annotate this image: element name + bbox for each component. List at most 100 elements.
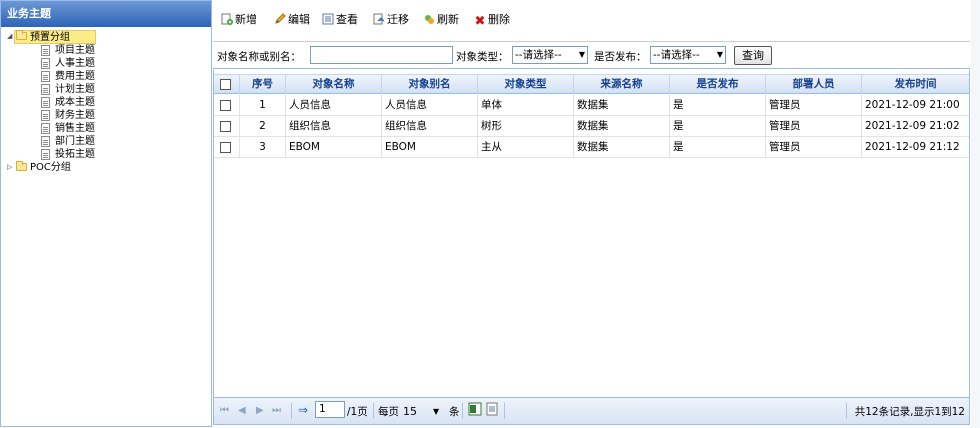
divider: [291, 403, 292, 419]
last-page-icon[interactable]: ⏭: [272, 405, 281, 416]
main-panel: 新增 编辑 查看 迁移 刷新 ✖ 删除 对象名称或别名： 对象类型： --请选择-…: [213, 0, 970, 428]
tree-item[interactable]: 部门主题: [1, 135, 211, 148]
pencil-icon: [275, 13, 286, 24]
cell-time: 2021-12-09 21:02: [865, 120, 960, 132]
export-excel-icon[interactable]: [468, 402, 482, 419]
column-header[interactable]: 来源名称: [574, 75, 670, 94]
tree-group-label: 预置分组: [30, 32, 70, 43]
cell-time: 2021-12-09 21:00: [865, 99, 960, 111]
grid-header: 序号 对象名称 对象别名 对象类型 来源名称 是否发布 部署人员 发布时间: [214, 74, 969, 94]
column-header[interactable]: 对象类型: [478, 75, 574, 94]
select-all-checkbox[interactable]: [220, 79, 231, 90]
view-button[interactable]: 查看: [322, 12, 358, 28]
row-checkbox[interactable]: [220, 100, 231, 111]
next-page-icon[interactable]: ▶: [256, 405, 264, 416]
add-icon: [221, 13, 233, 25]
edit-label: 编辑: [288, 13, 310, 26]
refresh-button[interactable]: 刷新: [423, 12, 459, 28]
row-checkbox[interactable]: [220, 142, 231, 153]
cell-name: EBOM: [286, 137, 382, 157]
tree-item[interactable]: 投拓主题: [1, 148, 211, 161]
page-size-select[interactable]: 15 ▼: [403, 403, 444, 420]
table-row[interactable]: 3 EBOM EBOM 主从 数据集是管理员 2021-12-09 21:12: [214, 137, 969, 158]
tree-group-preset[interactable]: ◢ 预置分组: [1, 30, 211, 44]
name-filter-label: 对象名称或别名：: [217, 51, 301, 63]
row-checkbox[interactable]: [220, 121, 231, 132]
column-header[interactable]: 发布时间: [862, 75, 969, 94]
delete-button[interactable]: ✖ 删除: [474, 12, 510, 28]
sidebar-panel: 业务主题 ◢ 预置分组 项目主题 人事主题 费用主题 计划主题 成本主题 财务主…: [0, 0, 212, 427]
cell-type: 单体: [478, 95, 574, 115]
query-button[interactable]: 查询: [734, 46, 772, 65]
column-header[interactable]: 部署人员: [766, 75, 862, 94]
row-checkbox-cell[interactable]: [214, 137, 240, 157]
tree-item-label: 计划主题: [55, 84, 95, 95]
tree-item[interactable]: 项目主题: [1, 44, 211, 57]
expand-arrow-icon[interactable]: ◢: [7, 30, 12, 43]
row-checkbox-cell[interactable]: [214, 95, 240, 115]
edit-button[interactable]: 编辑: [274, 12, 310, 28]
row-checkbox-cell[interactable]: [214, 116, 240, 136]
prev-page-icon[interactable]: ◀: [238, 405, 246, 416]
cell-no: 2: [240, 116, 286, 136]
column-header[interactable]: 序号: [240, 75, 286, 94]
refresh-icon: [425, 15, 434, 24]
page-edge: [971, 0, 980, 428]
cell-type: 主从: [478, 137, 574, 157]
document-icon: [41, 45, 50, 56]
name-search-input[interactable]: [310, 46, 453, 64]
export-document-icon[interactable]: [486, 402, 498, 419]
tree-item[interactable]: 计划主题: [1, 83, 211, 96]
header-checkbox-cell[interactable]: [214, 75, 240, 94]
goto-arrow-icon[interactable]: ⇒: [298, 403, 308, 417]
tree-item[interactable]: 销售主题: [1, 122, 211, 135]
publish-select[interactable]: --请选择-- ▼: [650, 46, 726, 64]
migrate-label: 迁移: [387, 13, 409, 26]
tree-item-label: 成本主题: [55, 97, 95, 108]
tree-item-label: 项目主题: [55, 45, 95, 56]
document-icon: [41, 123, 50, 134]
tree-item[interactable]: 人事主题: [1, 57, 211, 70]
column-header[interactable]: 是否发布: [670, 75, 766, 94]
cell-published: 是: [670, 137, 766, 157]
type-select-value: --请选择--: [515, 49, 562, 61]
tree-group-label: POC分组: [30, 162, 71, 173]
document-icon: [41, 71, 50, 82]
tree-group-poc[interactable]: ▷ POC分组: [1, 161, 211, 175]
folder-icon: [16, 30, 27, 40]
divider: [846, 403, 847, 419]
table-row[interactable]: 1 人员信息 人员信息 单体 数据集是管理员 2021-12-09 21:00: [214, 95, 969, 116]
migrate-icon: [373, 13, 385, 25]
tree-item[interactable]: 费用主题: [1, 70, 211, 83]
chevron-down-icon: ▼: [716, 50, 723, 59]
tree-item-label: 部门主题: [55, 136, 95, 147]
type-select[interactable]: --请选择-- ▼: [512, 46, 588, 64]
delete-x-icon: ✖: [474, 14, 486, 29]
first-page-icon[interactable]: ⏮: [220, 405, 229, 416]
document-icon: [41, 97, 50, 108]
cell-type: 树形: [478, 116, 574, 136]
collapse-arrow-icon[interactable]: ▷: [7, 161, 12, 174]
table-row[interactable]: 2 组织信息 组织信息 树形 数据集是管理员 2021-12-09 21:02: [214, 116, 969, 137]
tree-item[interactable]: 成本主题: [1, 96, 211, 109]
view-label: 查看: [336, 13, 358, 26]
per-page-unit: 条: [449, 406, 460, 418]
migrate-button[interactable]: 迁移: [373, 12, 409, 28]
cell-name: 组织信息: [286, 116, 382, 136]
add-button[interactable]: 新增: [221, 12, 257, 28]
cell-time: 2021-12-09 21:12: [865, 141, 960, 153]
search-bar: 对象名称或别名： 对象类型： --请选择-- ▼ 是否发布： --请选择-- ▼ 查…: [213, 41, 970, 69]
cell-source: 数据集: [574, 95, 670, 115]
cell-name: 人员信息: [286, 95, 382, 115]
page-size-value: 15: [403, 405, 417, 418]
column-header[interactable]: 对象名称: [286, 75, 382, 94]
divider: [373, 403, 374, 419]
list-icon: [322, 13, 334, 25]
tree-item-label: 销售主题: [55, 123, 95, 134]
cell-source: 数据集: [574, 116, 670, 136]
column-header[interactable]: 对象别名: [382, 75, 478, 94]
page-number-input[interactable]: 1: [315, 401, 345, 418]
tree-item[interactable]: 财务主题: [1, 109, 211, 122]
tree-item-label: 财务主题: [55, 110, 95, 121]
cell-no: 1: [240, 95, 286, 115]
